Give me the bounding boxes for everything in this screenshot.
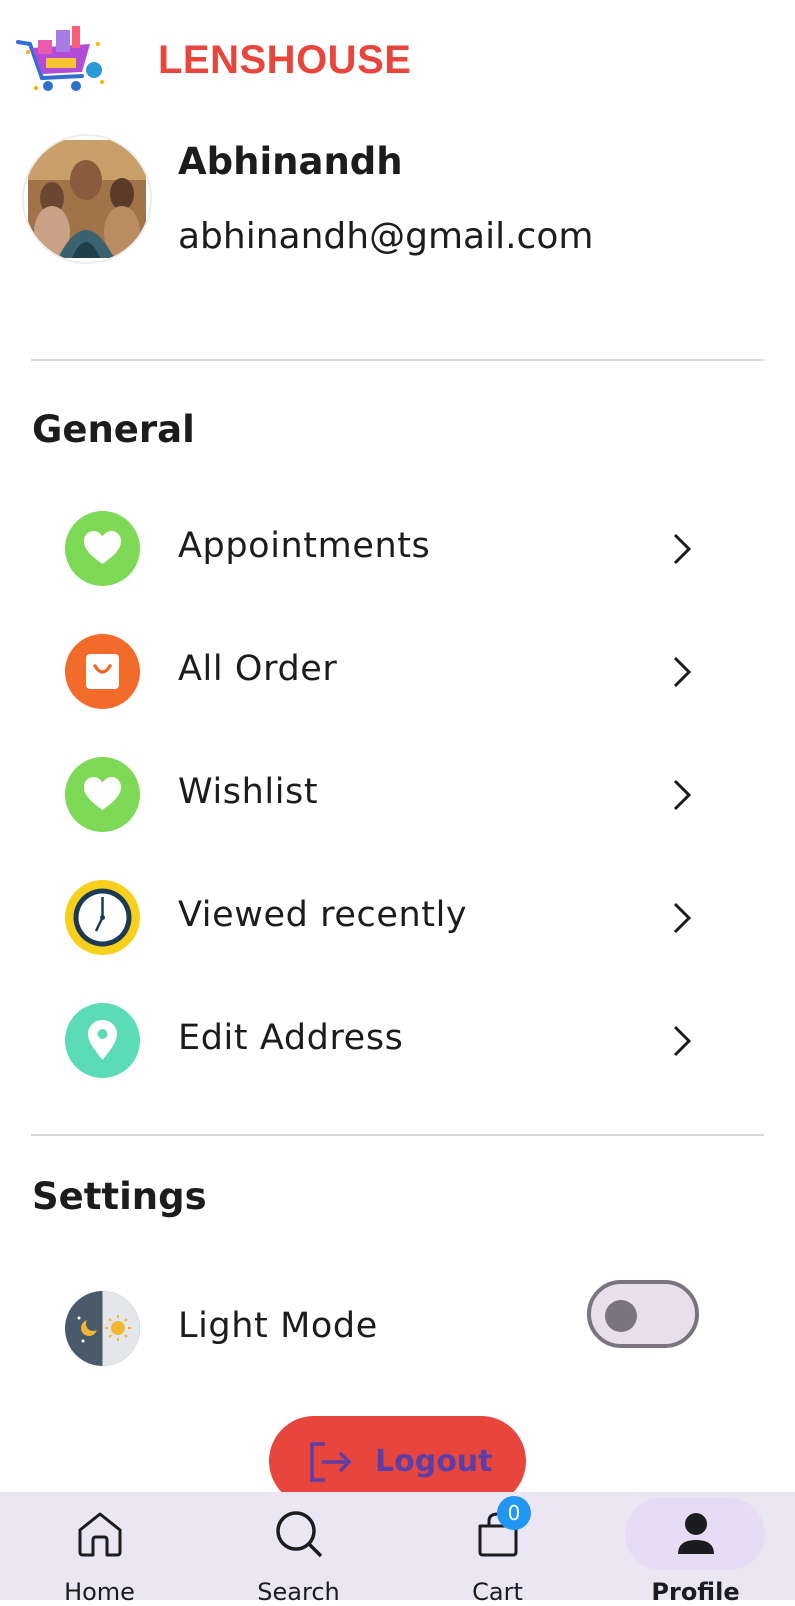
- shopping-cart-logo: [16, 22, 108, 98]
- profile-summary: Abhinandh abhinandh@gmail.com: [0, 130, 795, 270]
- menu-item-edit-address[interactable]: Edit Address: [0, 990, 795, 1090]
- chevron-right-icon: [673, 533, 692, 565]
- nav-label: Search: [257, 1578, 340, 1606]
- toggle-knob: [605, 1300, 637, 1332]
- menu-item-label: All Order: [178, 649, 338, 689]
- settings-section-title: Settings: [32, 1175, 207, 1218]
- divider: [31, 1134, 764, 1136]
- menu-item-label: Wishlist: [178, 772, 319, 812]
- avatar[interactable]: [22, 134, 152, 264]
- nav-label: Home: [64, 1578, 135, 1606]
- cart-count-badge: 0: [497, 1496, 531, 1530]
- home-icon: [78, 1512, 121, 1557]
- menu-item-wishlist[interactable]: Wishlist: [0, 744, 795, 844]
- chevron-right-icon: [673, 1025, 692, 1057]
- heart-icon: [65, 511, 140, 586]
- clock-icon: [65, 880, 140, 955]
- nav-label: Profile: [651, 1578, 740, 1606]
- light-mode-label: Light Mode: [178, 1306, 378, 1346]
- divider: [31, 359, 764, 361]
- nav-home[interactable]: Home: [0, 1492, 199, 1606]
- chevron-right-icon: [673, 656, 692, 688]
- shopping-bag-icon: [65, 634, 140, 709]
- light-mode-toggle[interactable]: [587, 1280, 699, 1348]
- person-icon: [677, 1513, 714, 1554]
- nav-profile[interactable]: Profile: [596, 1492, 795, 1606]
- heart-icon: [65, 757, 140, 832]
- menu-item-viewed-recently[interactable]: Viewed recently: [0, 867, 795, 967]
- logout-label: Logout: [375, 1444, 493, 1479]
- menu-item-all-order[interactable]: All Order: [0, 621, 795, 721]
- menu-item-appointments[interactable]: Appointments: [0, 498, 795, 598]
- logout-icon: [310, 1442, 352, 1482]
- nav-label: Cart: [472, 1578, 523, 1606]
- user-name: Abhinandh: [178, 140, 403, 183]
- bottom-navigation: Home Search Cart Profile: [0, 1492, 795, 1606]
- day-night-icon: [65, 1291, 140, 1366]
- app-header: LENSHOUSE: [0, 0, 795, 125]
- setting-light-mode: Light Mode: [0, 1278, 795, 1378]
- location-pin-icon: [65, 1003, 140, 1078]
- nav-search[interactable]: Search: [199, 1492, 398, 1606]
- brand-name: LENSHOUSE: [158, 38, 412, 82]
- menu-item-label: Appointments: [178, 526, 431, 566]
- menu-item-label: Edit Address: [178, 1018, 404, 1058]
- menu-item-label: Viewed recently: [178, 895, 468, 935]
- user-email: abhinandh@gmail.com: [178, 216, 594, 257]
- chevron-right-icon: [673, 779, 692, 811]
- search-icon: [275, 1511, 322, 1558]
- general-section-title: General: [32, 408, 195, 451]
- chevron-right-icon: [673, 902, 692, 934]
